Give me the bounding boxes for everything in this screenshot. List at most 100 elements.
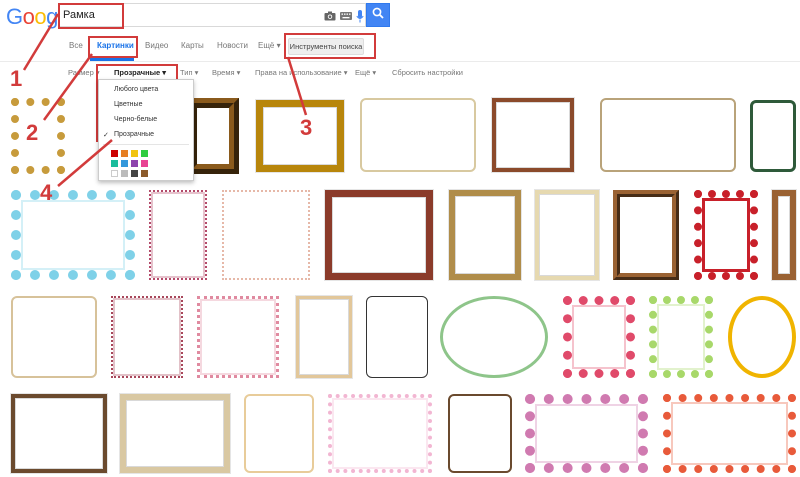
color-swatch[interactable] bbox=[131, 160, 138, 167]
camera-icon[interactable] bbox=[323, 9, 337, 23]
image-result-thumbnail[interactable] bbox=[521, 390, 652, 477]
frame-image bbox=[535, 190, 599, 280]
frame-image bbox=[11, 394, 107, 473]
frame-image bbox=[11, 296, 97, 378]
menu-item-colored[interactable]: Цветные bbox=[114, 101, 142, 108]
color-swatch[interactable] bbox=[111, 150, 118, 157]
image-result-thumbnail[interactable] bbox=[7, 390, 111, 477]
menu-item-any-color[interactable]: Любого цвета bbox=[114, 86, 158, 93]
filter-size[interactable]: Размер ▾ bbox=[68, 68, 100, 77]
active-tab-indicator bbox=[90, 58, 134, 61]
color-swatch[interactable] bbox=[111, 170, 118, 177]
tab-more[interactable]: Ещё ▾ bbox=[258, 41, 281, 50]
color-swatch[interactable] bbox=[121, 150, 128, 157]
logo-letter: o bbox=[34, 4, 47, 29]
frame-image bbox=[563, 296, 635, 378]
frame-image bbox=[728, 296, 796, 378]
tab-video[interactable]: Видео bbox=[145, 41, 168, 50]
color-swatch[interactable] bbox=[121, 170, 128, 177]
annotation-number-4: 4 bbox=[40, 180, 53, 205]
color-swatch[interactable] bbox=[111, 160, 118, 167]
image-result-thumbnail[interactable] bbox=[107, 292, 187, 382]
annotation-number-1: 1 bbox=[10, 66, 23, 91]
image-result-thumbnail[interactable] bbox=[193, 292, 283, 382]
image-result-thumbnail[interactable] bbox=[445, 186, 525, 284]
frame-image bbox=[649, 296, 713, 378]
frame-image bbox=[120, 394, 230, 473]
frame-image bbox=[750, 100, 796, 172]
filter-more[interactable]: Ещё ▾ bbox=[355, 68, 376, 77]
image-result-thumbnail[interactable] bbox=[659, 390, 800, 477]
image-result-thumbnail[interactable] bbox=[609, 186, 683, 284]
frame-image bbox=[448, 394, 512, 473]
frame-image bbox=[360, 98, 476, 172]
image-result-thumbnail[interactable] bbox=[488, 94, 578, 176]
filter-time[interactable]: Время ▾ bbox=[212, 68, 240, 77]
tab-all[interactable]: Все bbox=[69, 41, 83, 50]
menu-divider bbox=[103, 144, 189, 145]
frame-image bbox=[187, 98, 239, 174]
image-result-thumbnail[interactable] bbox=[596, 94, 740, 176]
tab-maps[interactable]: Карты bbox=[181, 41, 204, 50]
image-result-thumbnail[interactable] bbox=[7, 186, 139, 284]
frame-image bbox=[663, 394, 796, 473]
frame-image bbox=[296, 296, 352, 378]
frame-image bbox=[366, 296, 428, 378]
menu-item-transparent[interactable]: Прозрачные bbox=[114, 131, 154, 138]
image-result-thumbnail[interactable] bbox=[746, 96, 800, 176]
image-result-thumbnail[interactable] bbox=[218, 186, 314, 284]
image-result-thumbnail[interactable] bbox=[645, 292, 717, 382]
color-swatch[interactable] bbox=[131, 170, 138, 177]
image-result-thumbnail[interactable] bbox=[116, 390, 234, 477]
color-swatch[interactable] bbox=[121, 160, 128, 167]
image-result-thumbnail[interactable] bbox=[240, 390, 318, 477]
logo-letter: g bbox=[46, 4, 58, 29]
image-result-thumbnail[interactable] bbox=[324, 390, 436, 477]
color-filter-menu: Любого цвета Цветные Черно-белые ✓ Прозр… bbox=[98, 79, 194, 181]
frame-image bbox=[149, 190, 207, 280]
color-swatch[interactable] bbox=[141, 170, 148, 177]
frame-image bbox=[525, 394, 648, 473]
image-result-thumbnail[interactable] bbox=[724, 292, 800, 382]
frame-image bbox=[325, 190, 433, 280]
reset-filters-link[interactable]: Сбросить настройки bbox=[392, 68, 463, 77]
image-result-thumbnail[interactable] bbox=[768, 186, 800, 284]
color-swatch[interactable] bbox=[131, 150, 138, 157]
search-button[interactable] bbox=[366, 3, 390, 27]
annotation-box-search bbox=[58, 3, 124, 29]
frame-image bbox=[244, 394, 314, 473]
keyboard-icon[interactable] bbox=[339, 9, 353, 23]
frame-image bbox=[694, 190, 758, 280]
color-swatch[interactable] bbox=[141, 150, 148, 157]
frame-image bbox=[222, 190, 310, 280]
annotation-number-2: 2 bbox=[26, 120, 39, 145]
frame-image bbox=[328, 394, 432, 473]
tab-news[interactable]: Новости bbox=[217, 41, 248, 50]
image-result-thumbnail[interactable] bbox=[559, 292, 639, 382]
image-result-thumbnail[interactable] bbox=[356, 94, 480, 176]
frame-image bbox=[449, 190, 521, 280]
annotation-number-3: 3 bbox=[300, 115, 313, 140]
frame-image bbox=[111, 296, 183, 378]
annotation-box-images-tab bbox=[88, 36, 138, 58]
search-icon bbox=[372, 6, 384, 24]
image-result-thumbnail[interactable] bbox=[436, 292, 552, 382]
color-swatch[interactable] bbox=[141, 160, 148, 167]
image-result-thumbnail[interactable] bbox=[321, 186, 437, 284]
frame-image bbox=[197, 296, 279, 378]
frame-image bbox=[11, 190, 135, 280]
image-result-thumbnail[interactable] bbox=[145, 186, 211, 284]
frame-image bbox=[772, 190, 796, 280]
image-result-thumbnail[interactable] bbox=[362, 292, 432, 382]
image-result-thumbnail[interactable] bbox=[531, 186, 603, 284]
filter-type[interactable]: Тип ▾ bbox=[180, 68, 198, 77]
image-result-thumbnail[interactable] bbox=[444, 390, 516, 477]
page: Google Все Картинки Видео Карты Новости bbox=[0, 0, 800, 477]
filter-usage-rights[interactable]: Права на использование ▾ bbox=[255, 68, 348, 77]
image-result-thumbnail[interactable] bbox=[690, 186, 762, 284]
image-result-thumbnail[interactable] bbox=[7, 292, 101, 382]
microphone-icon[interactable] bbox=[353, 9, 367, 23]
menu-item-black-white[interactable]: Черно-белые bbox=[114, 116, 157, 123]
image-result-thumbnail[interactable] bbox=[292, 292, 356, 382]
frame-image bbox=[492, 98, 574, 172]
